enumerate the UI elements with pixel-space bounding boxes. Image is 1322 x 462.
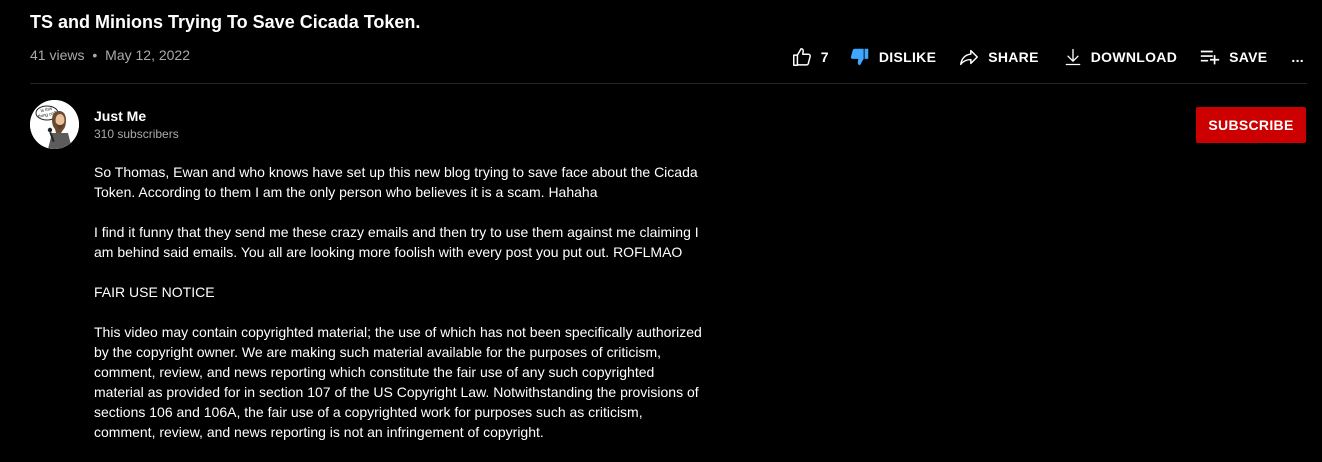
download-label: DOWNLOAD	[1090, 49, 1178, 65]
video-description: So Thomas, Ewan and who knows have set u…	[94, 162, 714, 462]
avatar-image: Is this thing on?	[30, 100, 79, 149]
share-icon	[958, 46, 980, 68]
fair-use-heading: FAIR USE NOTICE	[94, 284, 215, 300]
share-label: SHARE	[988, 49, 1039, 65]
like-button[interactable]: 7	[791, 44, 829, 70]
channel-avatar[interactable]: Is this thing on?	[30, 100, 79, 149]
subscribe-button[interactable]: SUBSCRIBE	[1196, 107, 1306, 143]
description-paragraph: So Thomas, Ewan and who knows have set u…	[94, 164, 698, 200]
more-actions-button[interactable]: ...	[1291, 44, 1304, 70]
description-paragraph: This video may contain copyrighted mater…	[94, 324, 702, 440]
video-title: TS and Minions Trying To Save Cicada Tok…	[30, 12, 421, 32]
action-bar: 7 DISLIKE SHARE DOWNLOAD SAVE ...	[791, 44, 1304, 70]
like-count: 7	[820, 49, 829, 65]
channel-name[interactable]: Just Me	[94, 108, 146, 124]
dislike-label: DISLIKE	[878, 49, 937, 65]
playlist-add-icon	[1199, 46, 1221, 68]
description-paragraph: I find it funny that they send me these …	[94, 224, 699, 260]
more-label: ...	[1291, 49, 1304, 65]
dislike-button[interactable]: DISLIKE	[849, 44, 936, 70]
save-button[interactable]: SAVE	[1199, 44, 1267, 70]
upload-date: May 12, 2022	[105, 47, 190, 63]
divider	[30, 83, 1307, 84]
view-count: 41 views	[30, 47, 85, 63]
download-icon	[1063, 47, 1083, 67]
thumb-down-icon	[849, 46, 871, 68]
save-label: SAVE	[1229, 49, 1268, 65]
subscriber-count: 310 subscribers	[94, 127, 179, 141]
video-meta: 41 views • May 12, 2022	[30, 46, 190, 64]
thumb-up-icon	[791, 46, 813, 68]
meta-separator: •	[92, 47, 98, 63]
download-button[interactable]: DOWNLOAD	[1063, 44, 1177, 70]
share-button[interactable]: SHARE	[958, 44, 1039, 70]
video-info-page: TS and Minions Trying To Save Cicada Tok…	[0, 0, 1322, 462]
